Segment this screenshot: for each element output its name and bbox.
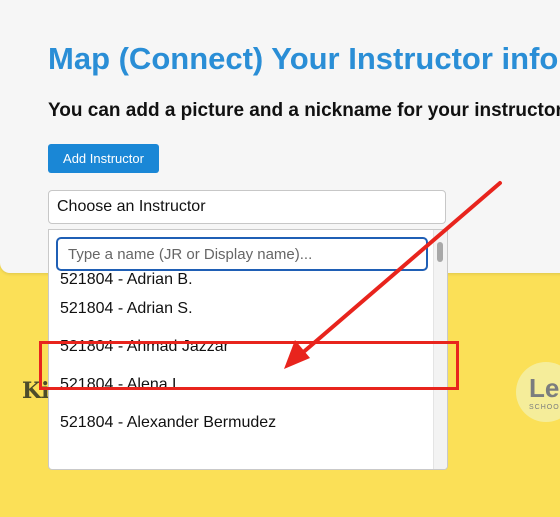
pointer-arrow-icon [284,181,502,369]
arrow-head [284,340,310,369]
arrow-shaft [298,181,502,357]
